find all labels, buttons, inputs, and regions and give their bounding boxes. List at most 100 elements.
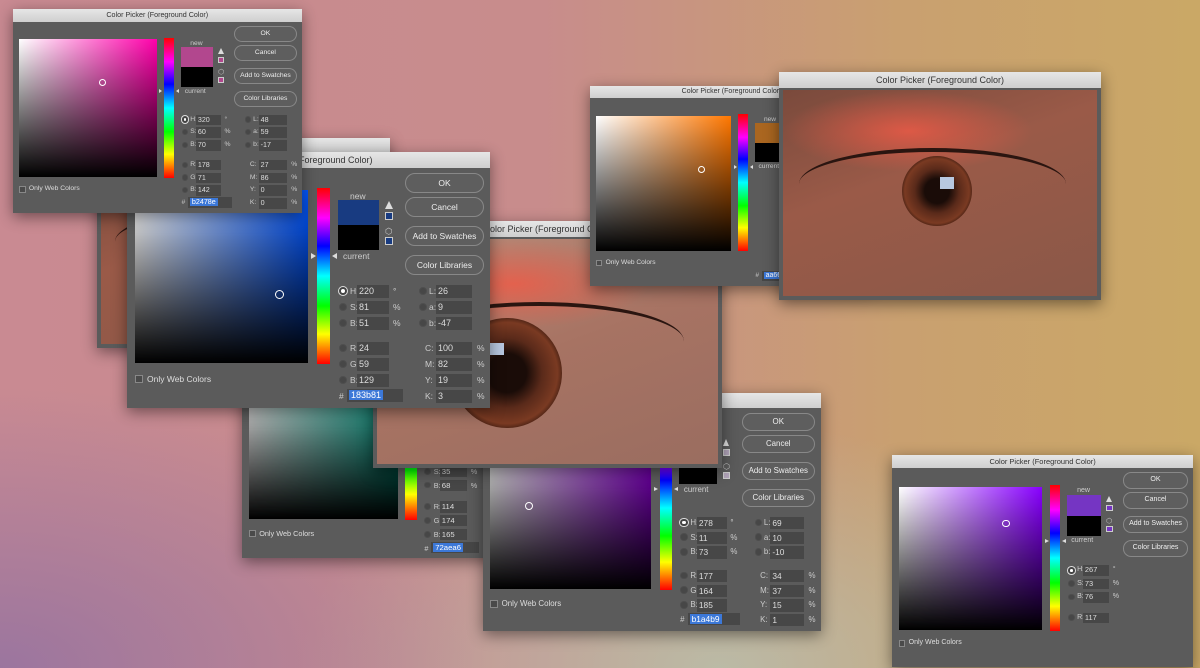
input-R[interactable]: 178 (196, 160, 221, 170)
cancel-button[interactable]: Cancel (1123, 492, 1189, 509)
radio-H[interactable] (339, 287, 347, 295)
radio-L[interactable] (755, 519, 762, 526)
hue-slider-left-arrow[interactable] (734, 165, 737, 169)
color-field-cursor[interactable] (1002, 520, 1009, 527)
input-H[interactable]: 267 (1083, 565, 1110, 576)
gamut-warning-icon[interactable] (1106, 496, 1112, 502)
input-S[interactable]: 73 (1083, 579, 1110, 590)
radio-b[interactable] (245, 142, 251, 148)
hex-input[interactable]: b2478e (188, 197, 233, 207)
input-H[interactable]: 320 (196, 115, 221, 125)
input-S[interactable]: 11 (697, 532, 727, 544)
radio-G[interactable] (339, 360, 347, 368)
color-field-cursor[interactable] (99, 79, 106, 86)
hex-input[interactable]: 72aea6 (431, 542, 479, 553)
gamut-swatch[interactable] (218, 57, 224, 63)
hue-slider-left-arrow[interactable] (159, 89, 162, 93)
hue-slider-left-arrow[interactable] (1045, 539, 1049, 543)
cancel-button[interactable]: Cancel (405, 197, 484, 217)
input-R[interactable]: 117 (1083, 613, 1110, 624)
radio-b[interactable] (419, 319, 427, 327)
ok-button[interactable]: OK (405, 173, 484, 193)
gamut-swatch[interactable] (723, 449, 730, 456)
hex-input[interactable]: 183b81 (347, 389, 403, 402)
libraries-button[interactable]: Color Libraries (234, 91, 297, 107)
color-field-cursor[interactable] (275, 290, 284, 299)
radio-S[interactable] (680, 533, 687, 540)
input-S[interactable]: 60 (196, 127, 221, 137)
hue-slider-left-arrow[interactable] (311, 253, 316, 259)
only-web-colors-checkbox[interactable] (249, 530, 256, 537)
radio-S[interactable] (424, 468, 431, 475)
hex-value[interactable]: 72aea6 (433, 543, 463, 552)
hue-slider-right-arrow[interactable] (750, 165, 753, 169)
gamut-swatch[interactable] (385, 212, 393, 220)
radio-L[interactable] (419, 287, 427, 295)
input-Bv[interactable]: 129 (357, 374, 389, 387)
radio-G[interactable] (182, 174, 188, 180)
cancel-button[interactable]: Cancel (742, 435, 815, 454)
gamut-warning-icon[interactable] (385, 201, 393, 209)
input-K[interactable]: 0 (259, 198, 288, 208)
radio-S[interactable] (339, 303, 347, 311)
radio-B[interactable] (182, 142, 188, 148)
input-C[interactable]: 34 (770, 570, 803, 582)
radio-L[interactable] (245, 116, 251, 122)
radio-H[interactable] (680, 519, 687, 526)
input-G[interactable]: 59 (357, 358, 389, 371)
input-K[interactable]: 1 (770, 614, 803, 626)
radio-b[interactable] (755, 548, 762, 555)
radio-B[interactable] (424, 482, 431, 489)
hue-slider-left-arrow[interactable] (654, 487, 658, 491)
input-Bv[interactable]: 142 (196, 185, 221, 195)
input-H[interactable]: 220 (357, 285, 389, 298)
hue-slider[interactable] (738, 114, 748, 251)
input-M[interactable]: 82 (436, 358, 472, 371)
hex-value[interactable]: b1a4b9 (690, 614, 722, 624)
color-field[interactable] (135, 190, 308, 363)
input-R[interactable]: 177 (697, 570, 727, 582)
web-safe-cube-icon[interactable]: ⬡ (385, 226, 392, 237)
gamut-swatch[interactable] (1106, 505, 1113, 512)
input-G[interactable]: 164 (697, 585, 727, 597)
input-H[interactable]: 278 (697, 517, 727, 529)
only-web-colors-checkbox[interactable] (490, 600, 497, 607)
input-C[interactable]: 27 (259, 160, 288, 170)
input-R[interactable]: 24 (357, 342, 389, 355)
input-L[interactable]: 69 (770, 517, 803, 529)
hue-slider-right-arrow[interactable] (176, 89, 179, 93)
only-web-colors-checkbox[interactable] (135, 375, 143, 383)
web-safe-cube-icon[interactable]: ⬡ (1106, 516, 1112, 525)
input-B[interactable]: 51 (357, 317, 389, 330)
hue-slider[interactable] (317, 188, 330, 364)
color-field[interactable] (899, 487, 1043, 631)
web-safe-swatch[interactable] (1106, 526, 1113, 533)
input-Y[interactable]: 0 (259, 185, 288, 195)
add-button[interactable]: Add to Swatches (742, 462, 815, 481)
color-field-cursor[interactable] (525, 502, 533, 510)
color-field[interactable] (19, 39, 157, 177)
input-a[interactable]: 9 (436, 301, 472, 314)
add-button[interactable]: Add to Swatches (1123, 516, 1189, 533)
input-B[interactable]: 68 (440, 480, 468, 491)
radio-R[interactable] (339, 344, 347, 352)
hue-slider[interactable] (1050, 485, 1061, 631)
input-b[interactable]: -10 (770, 546, 803, 558)
input-M[interactable]: 37 (770, 585, 803, 597)
radio-B[interactable] (680, 548, 687, 555)
only-web-colors-checkbox[interactable] (596, 260, 602, 266)
radio-B[interactable] (339, 319, 347, 327)
web-safe-swatch[interactable] (385, 237, 393, 245)
input-b[interactable]: -17 (259, 140, 288, 150)
add-button[interactable]: Add to Swatches (234, 68, 297, 84)
input-b[interactable]: -47 (436, 317, 472, 330)
input-S[interactable]: 81 (357, 301, 389, 314)
cancel-button[interactable]: Cancel (234, 45, 297, 61)
libraries-button[interactable]: Color Libraries (405, 255, 484, 275)
radio-H[interactable] (182, 116, 188, 122)
radio-R[interactable] (1068, 614, 1075, 621)
radio-G[interactable] (424, 517, 431, 524)
only-web-colors-checkbox[interactable] (899, 640, 906, 647)
radio-Bv[interactable] (182, 187, 188, 193)
hue-slider-right-arrow[interactable] (1062, 539, 1066, 543)
